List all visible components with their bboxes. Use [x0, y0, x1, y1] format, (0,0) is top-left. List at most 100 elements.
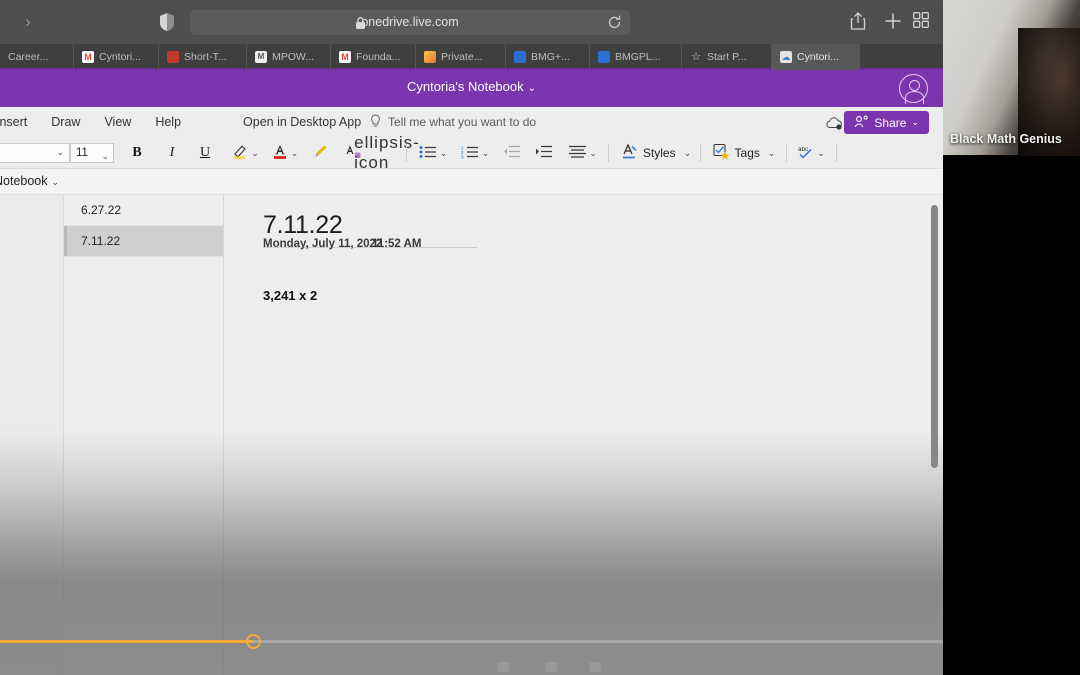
tab-strip: Career... Cyntori... Short-T... MPOW... Foun…	[0, 44, 943, 70]
vertical-scrollbar[interactable]	[931, 205, 938, 468]
bulleted-list-button[interactable]: ⌄	[415, 137, 451, 169]
grid-icon[interactable]	[913, 12, 929, 33]
underline-button[interactable]: U	[194, 137, 216, 169]
video-volume-button[interactable]	[589, 662, 601, 672]
notebook-title-text: Cyntoria's Notebook	[406, 79, 524, 94]
browser-tab[interactable]: Cyntori...	[772, 44, 860, 70]
page-date: Monday, July 11, 2022	[263, 238, 383, 250]
account-avatar-icon[interactable]	[899, 74, 928, 104]
notebook-dropdown-label: Notebook	[0, 174, 48, 188]
shield-privacy-icon[interactable]	[160, 13, 174, 31]
font-size-select[interactable]: 11 ⌄	[70, 143, 114, 163]
ribbon-tab-row: Insert Draw View Help Open in Desktop Ap…	[0, 107, 943, 137]
ribbon-tab-insert[interactable]: Insert	[0, 115, 39, 129]
forward-button[interactable]: ›	[18, 12, 38, 32]
font-color-icon	[272, 143, 288, 163]
browser-tab[interactable]: Cyntori...	[74, 44, 159, 70]
pages-pane: 6.27.22 7.11.22	[64, 195, 224, 675]
share-icon[interactable]	[850, 12, 866, 35]
align-button[interactable]: ⌄	[565, 137, 601, 169]
numbered-list-button[interactable]: 123 ⌄	[457, 137, 493, 169]
video-play-button[interactable]	[497, 662, 509, 672]
gmail-icon	[82, 51, 94, 63]
browser-tab-label: Cyntori...	[99, 51, 142, 63]
notebook-dropdown[interactable]: Notebook⌄	[0, 174, 59, 188]
chevron-down-icon: ⌄	[56, 147, 64, 157]
browser-window: ‹ › onedrive.live.com	[0, 0, 943, 675]
styles-label: Styles	[642, 146, 676, 160]
open-in-desktop-app-button[interactable]: Open in Desktop App	[231, 115, 373, 129]
decrease-indent-button[interactable]	[499, 137, 523, 169]
chevron-down-icon: ⌄	[481, 147, 490, 158]
blue-doc-icon	[598, 51, 610, 63]
page-title[interactable]: 7.11.22	[263, 211, 343, 240]
chevron-down-icon: ⌄	[439, 147, 448, 158]
increase-indent-button[interactable]	[531, 137, 555, 169]
font-name-select[interactable]: ⌄	[0, 143, 70, 163]
browser-tab[interactable]: Founda...	[331, 44, 416, 70]
browser-tab-label: BMGPL...	[615, 51, 661, 63]
note-body-text[interactable]: 3,241 x 2	[263, 288, 317, 303]
browser-tab[interactable]: BMG+...	[506, 44, 590, 70]
page-list-item-label: 7.11.22	[81, 234, 121, 248]
font-color-button[interactable]: ⌄	[268, 137, 302, 169]
cloud-sync-icon[interactable]	[825, 116, 843, 130]
ribbon-tab-help[interactable]: Help	[143, 115, 193, 129]
spelling-button[interactable]: abc ⌄	[793, 137, 829, 169]
address-bar[interactable]: onedrive.live.com	[190, 10, 630, 35]
video-scrubber-progress	[0, 640, 253, 643]
notebook-nav-bar: Notebook⌄	[0, 169, 943, 195]
tags-icon	[712, 143, 730, 163]
video-next-button[interactable]	[545, 662, 557, 672]
chevron-down-icon: ⌄	[767, 147, 776, 158]
more-options-button[interactable]: ellipsis-icon	[354, 133, 419, 172]
formatting-toolbar: ⌄ 11 ⌄ B I U ⌄ ⌄ ellipsis-icon ⌄ 1 2 3 ⌄…	[0, 133, 943, 172]
share-button[interactable]: Share ⌄	[844, 111, 929, 134]
page-list-item[interactable]: 7.11.22	[64, 226, 223, 257]
notebook-title[interactable]: Cyntoria's Notebook ⌄	[0, 79, 943, 94]
m-app-icon	[255, 51, 267, 63]
browser-tab-label: Cyntori...	[797, 51, 840, 63]
browser-tab-label: Founda...	[356, 51, 401, 63]
format-painter-button[interactable]	[308, 137, 332, 169]
browser-tab[interactable]: BMGPL...	[590, 44, 682, 70]
styles-button[interactable]: Styles ⌄	[617, 137, 695, 169]
chevron-down-icon: ⌄	[251, 147, 259, 158]
page-time: 11:52 AM	[372, 238, 422, 250]
font-size-value: 11	[76, 147, 88, 159]
ribbon-tab-draw[interactable]: Draw	[39, 115, 92, 129]
browser-tab[interactable]: MPOW...	[247, 44, 331, 70]
video-scrubber-handle[interactable]	[246, 634, 261, 649]
chevron-down-icon: ⌄	[101, 151, 109, 161]
plus-icon[interactable]	[884, 12, 902, 33]
browser-tab-label: Start P...	[707, 51, 747, 63]
highlight-button[interactable]: ⌄	[228, 137, 262, 169]
ribbon-tab-view[interactable]: View	[92, 115, 143, 129]
bulleted-list-icon	[419, 145, 437, 162]
numbered-list-icon: 123	[461, 145, 479, 162]
increase-indent-icon	[535, 145, 552, 161]
italic-button[interactable]: I	[161, 137, 183, 169]
note-canvas[interactable]: 7.11.22 Monday, July 11, 2022 11:52 AM 3…	[224, 195, 943, 675]
bold-button[interactable]: B	[126, 137, 148, 169]
picture-in-picture-panel[interactable]: Black Math Genius	[943, 0, 1080, 675]
share-button-label: Share	[874, 115, 907, 130]
page-list-item[interactable]: 6.27.22	[64, 195, 223, 226]
onenote-body: 6.27.22 7.11.22 7.11.22 Monday, July 11, …	[0, 195, 943, 675]
back-button[interactable]: ‹	[0, 12, 6, 32]
browser-tab[interactable]: Short-T...	[159, 44, 247, 70]
tell-me-search[interactable]: Tell me what you want to do	[370, 114, 536, 129]
chevron-down-icon: ⌄	[911, 117, 919, 127]
share-people-icon	[854, 115, 869, 131]
tags-button[interactable]: Tags ⌄	[708, 137, 780, 169]
star-icon: ☆	[691, 51, 701, 63]
reload-icon[interactable]	[607, 15, 622, 30]
browser-tab[interactable]: Career...	[0, 44, 74, 70]
onenote-header: Cyntoria's Notebook ⌄	[0, 70, 943, 107]
svg-text:3: 3	[461, 154, 464, 159]
browser-tab[interactable]: Private...	[416, 44, 506, 70]
sections-pane[interactable]	[0, 195, 64, 675]
browser-tab[interactable]: ☆ Start P...	[682, 44, 772, 70]
gmail-icon	[339, 51, 351, 63]
highlighter-icon	[231, 143, 248, 163]
